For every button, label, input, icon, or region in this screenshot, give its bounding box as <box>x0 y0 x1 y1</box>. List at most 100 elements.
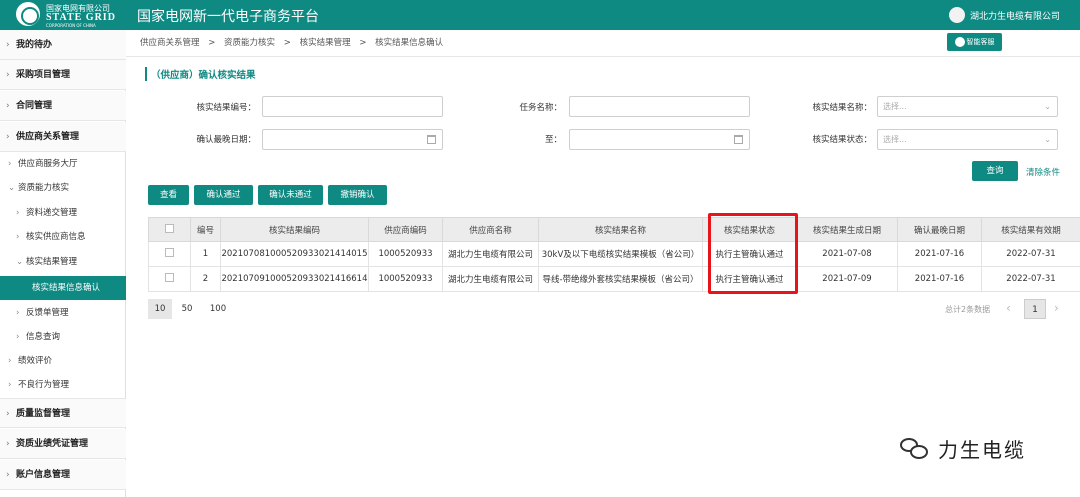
table-cell: 湖北力生电缆有限公司 <box>442 266 539 292</box>
current-page[interactable]: 1 <box>1024 299 1046 319</box>
result-status-select[interactable]: 选择... ⌄ <box>877 129 1058 150</box>
chevron-right-icon: › <box>16 332 20 342</box>
logo-english-name: STATE GRID <box>46 12 116 23</box>
table-cell: 2022-07-31 <box>981 241 1080 267</box>
logo-subtitle: CORPORATION OF CHINA <box>46 23 96 28</box>
table-cell: 1 <box>190 241 221 267</box>
sidebar-item-my-todo[interactable]: › 我的待办 <box>0 30 126 60</box>
table-cell: 2022-07-31 <box>981 266 1080 292</box>
page-size-option[interactable]: 100 <box>206 299 230 319</box>
calendar-icon[interactable] <box>427 135 436 144</box>
sidebar-item-performance[interactable]: › 绩效评价 <box>0 349 126 373</box>
sidebar-item-verify-supplier[interactable]: › 核实供应商信息 <box>0 225 126 249</box>
chevron-down-icon: ⌄ <box>16 257 24 267</box>
table-cell: 1000520933 <box>368 266 443 292</box>
revoke-confirm-button[interactable]: 撤销确认 <box>328 185 387 205</box>
row-checkbox[interactable] <box>165 248 174 257</box>
to-label: 至： <box>544 135 562 145</box>
sidebar-item-account[interactable]: › 账户信息管理 <box>0 460 126 490</box>
result-no-label: 核实结果编号： <box>196 103 256 113</box>
result-name-select[interactable]: 选择... ⌄ <box>877 96 1058 117</box>
table-cell: 1000520933 <box>368 241 443 267</box>
next-page-icon[interactable]: › <box>1054 301 1059 315</box>
table-cell: 30kV及以下电缆核实结果模板（省公司） <box>538 241 703 267</box>
sidebar-item-credentials[interactable]: › 资质业绩凭证管理 <box>0 429 126 459</box>
smart-service-button[interactable]: 智能客服 <box>947 33 1002 51</box>
confirm-date-label: 确认最晚日期： <box>196 135 256 145</box>
headset-icon <box>954 37 965 47</box>
table-cell: 2021-07-16 <box>897 266 982 292</box>
user-menu[interactable]: 湖北力生电缆有限公司 <box>948 6 1060 24</box>
prev-page-icon[interactable]: ‹ <box>1006 301 1011 315</box>
query-button[interactable]: 查询 <box>972 161 1018 181</box>
state-grid-emblem-icon <box>16 2 40 26</box>
sidebar-item-document-submission[interactable]: › 资料递交管理 <box>0 201 126 225</box>
sidebar-item-bad-behavior[interactable]: › 不良行为管理 <box>0 373 126 397</box>
table-cell: 202107091000520933021416614 <box>220 266 369 292</box>
chevron-right-icon: › <box>8 159 12 169</box>
chevron-right-icon: › <box>6 101 10 111</box>
row-select-cell[interactable] <box>148 266 191 292</box>
page-title: （供应商）确认核实结果 <box>145 67 256 81</box>
sidebar-item-supplier-relations[interactable]: › 供应商关系管理 <box>0 122 126 152</box>
chevron-down-icon: ⌄ <box>1044 102 1051 111</box>
sidebar-item-qualification-check[interactable]: ⌄ 资质能力核实 <box>0 176 126 200</box>
total-count: 总计2条数据 <box>945 305 991 314</box>
sidebar-item-service-hall[interactable]: › 供应商服务大厅 <box>0 152 126 176</box>
result-name-label: 核实结果名称： <box>812 103 872 113</box>
column-header: 核实结果名称 <box>538 217 703 242</box>
page-size-option[interactable]: 50 <box>176 299 198 319</box>
user-name: 湖北力生电缆有限公司 <box>969 11 1060 22</box>
row-checkbox[interactable] <box>165 273 174 282</box>
confirm-date-start-input[interactable] <box>262 129 443 150</box>
confirm-pass-button[interactable]: 确认通过 <box>194 185 253 205</box>
column-header: 核实结果生成日期 <box>796 217 898 242</box>
confirm-date-end-input[interactable] <box>569 129 750 150</box>
breadcrumb: 供应商关系管理 > 资质能力核实 > 核实结果管理 > 核实结果信息确认 <box>140 36 449 48</box>
table-row[interactable]: 2 202107091000520933021416614 1000520933… <box>148 266 1080 292</box>
chevron-right-icon: › <box>6 70 10 80</box>
breadcrumb-item[interactable]: 核实结果管理 <box>300 38 351 48</box>
breadcrumb-item[interactable]: 供应商关系管理 <box>140 38 200 48</box>
sidebar-item-info-query[interactable]: › 信息查询 <box>0 325 126 349</box>
view-button[interactable]: 查看 <box>148 185 189 205</box>
chevron-right-icon: › <box>6 40 10 50</box>
clear-filters-link[interactable]: 清除条件 <box>1026 166 1060 178</box>
sidebar-item-result-management[interactable]: ⌄ 核实结果管理 <box>0 250 126 274</box>
state-grid-logo[interactable]: 国家电网有限公司 STATE GRID CORPORATION OF CHINA <box>16 2 116 28</box>
select-all-cell[interactable] <box>148 217 191 242</box>
row-select-cell[interactable] <box>148 241 191 267</box>
column-header: 供应商名称 <box>442 217 539 242</box>
watermark-text: 力生电缆 <box>938 437 1026 462</box>
task-name-input[interactable] <box>569 96 750 117</box>
sidebar-item-quality[interactable]: › 质量监督管理 <box>0 398 126 428</box>
sidebar-item-contracts[interactable]: › 合同管理 <box>0 91 126 121</box>
table-cell: 2021-07-09 <box>796 266 898 292</box>
chevron-right-icon: › <box>6 439 10 449</box>
breadcrumb-separator: > <box>283 38 291 48</box>
page-size-option[interactable]: 10 <box>148 299 172 319</box>
breadcrumb-separator: > <box>208 38 216 48</box>
sidebar-item-result-confirm[interactable]: 核实结果信息确认 <box>0 276 126 300</box>
breadcrumb-item[interactable]: 资质能力核实 <box>224 38 275 48</box>
calendar-icon[interactable] <box>734 135 743 144</box>
select-all-checkbox[interactable] <box>165 223 174 233</box>
task-name-label: 任务名称： <box>519 103 562 113</box>
table-cell: 2021-07-08 <box>796 241 898 267</box>
breadcrumb-separator: > <box>359 38 367 48</box>
result-no-input[interactable] <box>262 96 443 117</box>
wechat-watermark: 力生电缆 <box>900 428 1026 468</box>
confirm-fail-button[interactable]: 确认未通过 <box>258 185 323 205</box>
pagination: 10 50 100 总计2条数据 ‹ 1 › <box>148 299 1080 319</box>
table-cell: 导线-带绝缘外套核实结果模板（省公司） <box>538 266 703 292</box>
sidebar-item-procurement[interactable]: › 采购项目管理 <box>0 60 126 90</box>
column-header: 供应商编码 <box>368 217 443 242</box>
sidebar-item-feedback[interactable]: › 反馈单管理 <box>0 301 126 325</box>
chevron-down-icon: ⌄ <box>1044 135 1051 144</box>
breadcrumb-item-current: 核实结果信息确认 <box>375 38 444 48</box>
table-cell: 20210708100052093302141401​5 <box>220 241 369 267</box>
table-row[interactable]: 1 20210708100052093302141401​5 100052093… <box>148 241 1080 267</box>
column-header: 编号 <box>190 217 221 242</box>
chevron-right-icon: › <box>16 208 20 218</box>
table-header-row: 编号 核实结果编码 供应商编码 供应商名称 核实结果名称 核实结果状态 核实结果… <box>148 217 1080 242</box>
